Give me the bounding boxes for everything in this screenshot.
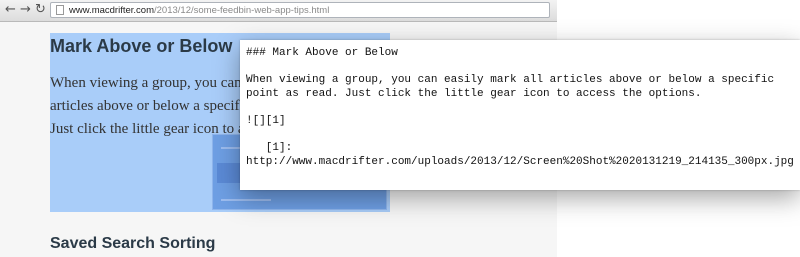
forward-arrow-icon[interactable]: → (20, 3, 31, 17)
markdown-editor-window[interactable]: ### Mark Above or Below When viewing a g… (240, 40, 800, 190)
thumbnail-line (221, 199, 271, 201)
url-domain: www.macdrifter.com (69, 5, 154, 16)
url-text[interactable]: www.macdrifter.com/2013/12/some-feedbin-… (69, 4, 329, 17)
url-path: /2013/12/some-feedbin-web-app-tips.html (154, 5, 330, 16)
back-arrow-icon[interactable]: ← (5, 3, 16, 17)
address-bar[interactable]: www.macdrifter.com/2013/12/some-feedbin-… (50, 2, 550, 18)
section-heading: Mark Above or Below (50, 36, 233, 56)
editor-text[interactable]: ### Mark Above or Below When viewing a g… (240, 40, 800, 169)
next-section-heading: Saved Search Sorting (50, 235, 216, 252)
page-icon (56, 5, 64, 15)
browser-toolbar: ← → ↻ www.macdrifter.com/2013/12/some-fe… (0, 0, 557, 22)
reload-icon[interactable]: ↻ (35, 3, 46, 17)
